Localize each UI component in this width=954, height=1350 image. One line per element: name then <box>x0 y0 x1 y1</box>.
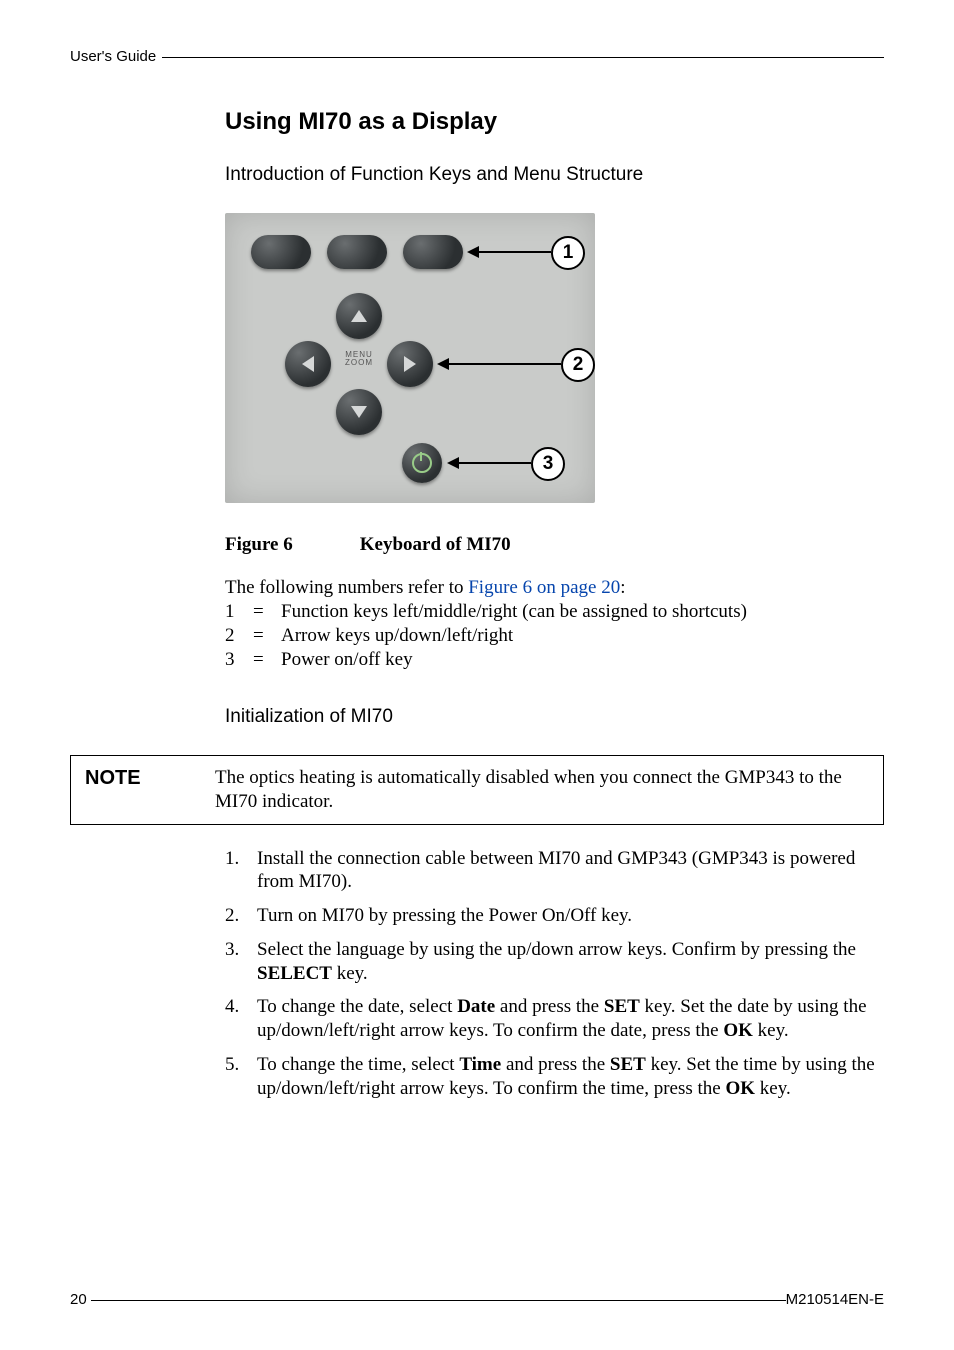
fnkey-right-icon <box>403 235 463 269</box>
callout-3: 3 <box>531 447 565 481</box>
legend-intro-text: : <box>620 577 625 598</box>
legend-intro-text: The following numbers refer to <box>225 577 468 598</box>
body: Using MI70 as a Display Introduction of … <box>225 107 884 729</box>
header-rule <box>162 57 884 58</box>
step: To change the date, select Date and pres… <box>225 995 884 1043</box>
callout-3-num: 3 <box>543 452 554 476</box>
step-text: Turn on MI70 by pressing the Power On/Of… <box>257 904 884 928</box>
legend-text: Function keys left/middle/right (can be … <box>281 600 747 624</box>
subsection-heading: Introduction of Function Keys and Menu S… <box>225 163 884 187</box>
figure: MENU ZOOM 1 2 3 Figure 6 Keyboard of MI7… <box>225 213 884 557</box>
key-name: SELECT <box>257 963 332 984</box>
legend-intro: The following numbers refer to Figure 6 … <box>225 576 884 600</box>
legend-text: Arrow keys up/down/left/right <box>281 624 513 648</box>
callout-1-num: 1 <box>563 241 574 265</box>
legend-eq: = <box>253 648 281 672</box>
callout-1: 1 <box>551 236 585 270</box>
step-frag: To change the time, select <box>257 1054 459 1075</box>
doc-id: M210514EN-E <box>786 1291 884 1310</box>
figure-number: Figure 6 <box>225 533 355 557</box>
footer-rule <box>91 1300 786 1301</box>
fnkey-left-icon <box>251 235 311 269</box>
step-text: Install the connection cable between MI7… <box>257 847 884 895</box>
step-frag: key. <box>753 1020 789 1041</box>
callout-line <box>477 251 551 253</box>
step-frag: and press the <box>501 1054 610 1075</box>
callout-line <box>447 363 561 365</box>
legend: The following numbers refer to Figure 6 … <box>225 576 884 671</box>
ordered-steps: Install the connection cable between MI7… <box>225 847 884 1101</box>
legend-row: 3 = Power on/off key <box>225 648 884 672</box>
step-frag: To change the date, select <box>257 996 457 1017</box>
figure-caption: Figure 6 Keyboard of MI70 <box>225 533 884 557</box>
page-number: 20 <box>70 1291 87 1310</box>
figure-title: Keyboard of MI70 <box>360 534 511 555</box>
legend-num: 2 <box>225 624 253 648</box>
note-text: The optics heating is automatically disa… <box>215 766 869 814</box>
callout-line <box>457 462 531 464</box>
legend-num: 3 <box>225 648 253 672</box>
section-heading: Using MI70 as a Display <box>225 107 884 137</box>
step: Turn on MI70 by pressing the Power On/Of… <box>225 904 884 928</box>
arrow-left-icon <box>285 341 331 387</box>
power-icon <box>412 453 432 473</box>
step-frag: key. <box>332 963 368 984</box>
step-frag: key. <box>755 1078 791 1099</box>
step-frag: Select the language by using the up/down… <box>257 939 856 960</box>
step: Install the connection cable between MI7… <box>225 847 884 895</box>
note-label: NOTE <box>85 766 215 814</box>
fnkey-middle-icon <box>327 235 387 269</box>
key-name: SET <box>610 1054 646 1075</box>
keyboard-photo: MENU ZOOM 1 2 3 <box>225 213 595 503</box>
key-name: Date <box>457 996 495 1017</box>
legend-row: 1 = Function keys left/middle/right (can… <box>225 600 884 624</box>
note-box: NOTE The optics heating is automatically… <box>70 755 884 825</box>
callout-2-num: 2 <box>573 353 584 377</box>
running-header: User's Guide <box>70 48 884 67</box>
figure-cross-ref[interactable]: Figure 6 on page 20 <box>468 577 620 598</box>
header-left: User's Guide <box>70 48 156 67</box>
legend-eq: = <box>253 624 281 648</box>
subsection-heading: Initialization of MI70 <box>225 705 884 729</box>
step: To change the time, select Time and pres… <box>225 1053 884 1101</box>
power-key-icon <box>402 443 442 483</box>
step-text: To change the date, select Date and pres… <box>257 995 884 1043</box>
page: User's Guide Using MI70 as a Display Int… <box>0 0 954 1350</box>
arrow-down-icon <box>336 389 382 435</box>
menu-zoom-label: MENU ZOOM <box>339 351 379 369</box>
footer: 20 M210514EN-E <box>70 1291 884 1310</box>
callout-2: 2 <box>561 348 595 382</box>
legend-eq: = <box>253 600 281 624</box>
arrow-up-icon <box>336 293 382 339</box>
legend-text: Power on/off key <box>281 648 413 672</box>
step: Select the language by using the up/down… <box>225 938 884 986</box>
legend-num: 1 <box>225 600 253 624</box>
key-name: OK <box>725 1078 755 1099</box>
legend-row: 2 = Arrow keys up/down/left/right <box>225 624 884 648</box>
key-name: OK <box>723 1020 753 1041</box>
step-frag: and press the <box>495 996 604 1017</box>
key-name: SET <box>604 996 640 1017</box>
steps-block: Install the connection cable between MI7… <box>225 847 884 1101</box>
key-name: Time <box>459 1054 501 1075</box>
step-text: Select the language by using the up/down… <box>257 938 884 986</box>
step-text: To change the time, select Time and pres… <box>257 1053 884 1101</box>
arrow-right-icon <box>387 341 433 387</box>
